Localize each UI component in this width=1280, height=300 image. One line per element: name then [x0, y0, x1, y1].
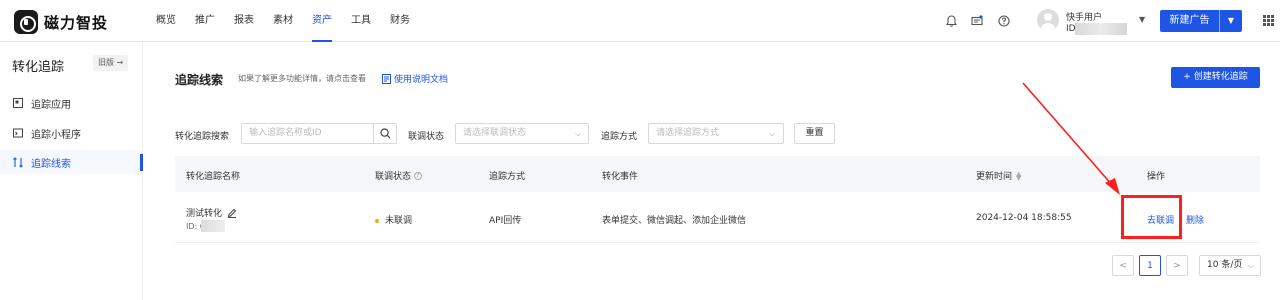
method-cell: API回传: [489, 216, 522, 226]
nav-item-materials[interactable]: 素材: [273, 0, 293, 42]
page-title: 追踪线索: [175, 73, 224, 87]
tracking-name: 测试转化: [186, 209, 223, 219]
sidebar-item-label: 追踪小程序: [31, 129, 81, 141]
nav-item-promotion[interactable]: 推广: [195, 0, 215, 42]
column-header-updated[interactable]: 更新时间 ▲ ▼: [976, 169, 1021, 182]
avatar[interactable]: [1037, 9, 1059, 31]
chevron-down-icon: ⌵: [1247, 261, 1254, 270]
new-ad-dropdown-icon[interactable]: ▼: [1220, 10, 1242, 32]
status-badge: 未联调: [385, 216, 413, 226]
search-label: 转化追踪搜索: [175, 132, 230, 142]
top-navigation-bar: 磁力智投 概览 推广 报表 素材 资产 工具 财务 快手用户 ID: ▼ 新建广…: [0, 0, 1280, 42]
updated-cell: 2024-12-04 18:58:55: [976, 213, 1072, 223]
page-1-button[interactable]: 1: [1139, 255, 1161, 276]
doc-link[interactable]: 使用说明文档: [382, 72, 448, 85]
chevron-down-icon: ⌵: [575, 129, 582, 138]
bell-icon[interactable]: [943, 13, 959, 29]
next-page-button[interactable]: >: [1166, 255, 1188, 276]
page-size-select[interactable]: 10 条/页 ⌵: [1199, 255, 1261, 276]
new-ad-button[interactable]: 新建广告 ▼: [1160, 10, 1242, 32]
nav-item-assets[interactable]: 资产: [312, 0, 332, 42]
message-icon[interactable]: [969, 13, 985, 29]
doc-link-label[interactable]: 使用说明文档: [394, 72, 448, 85]
annotation-arrow-icon: [1022, 82, 1120, 195]
edit-icon[interactable]: [227, 208, 237, 218]
help-icon[interactable]: [996, 13, 1012, 29]
redacted-tracking-id: [201, 220, 225, 232]
events-cell: 表单提交、微信调起、添加企业微信: [602, 216, 747, 226]
apps-grid-icon[interactable]: [1263, 15, 1274, 26]
brand-name: 磁力智投: [44, 14, 109, 32]
nav-item-finance[interactable]: 财务: [390, 0, 410, 42]
create-conversion-tracking-button[interactable]: + 创建转化追踪: [1171, 67, 1260, 88]
nav-item-tools[interactable]: 工具: [351, 0, 371, 42]
redacted-user-id: [1075, 23, 1127, 35]
sidebar-item-label: 追踪应用: [31, 99, 71, 111]
column-header-status: 联调状态?: [375, 169, 423, 182]
page-size-value: 10 条/页: [1207, 260, 1243, 270]
old-version-button[interactable]: 旧版 →: [93, 55, 129, 71]
column-header-method: 追踪方式: [489, 172, 526, 182]
search-input[interactable]: 输入追踪名称或ID: [241, 123, 374, 144]
search-button[interactable]: [373, 123, 397, 144]
reset-button[interactable]: 重置: [794, 123, 835, 144]
nav-item-reports[interactable]: 报表: [234, 0, 254, 42]
method-select[interactable]: 请选择追踪方式: [648, 123, 784, 144]
status-dot: [375, 218, 379, 223]
sidebar-title: 转化追踪: [12, 60, 65, 75]
user-menu-caret-icon[interactable]: ▼: [1139, 15, 1145, 24]
leads-icon: [12, 156, 23, 168]
user-name: 快手用户: [1066, 13, 1103, 23]
delete-link[interactable]: 删除: [1186, 213, 1204, 226]
prev-page-button[interactable]: <: [1112, 255, 1134, 276]
sidebar-item-track-mini-program[interactable]: 追踪小程序: [0, 121, 143, 145]
main-nav: 概览 推广 报表 素材 资产 工具 财务: [156, 0, 429, 42]
new-ad-button-label[interactable]: 新建广告: [1160, 10, 1220, 32]
sidebar-item-track-app[interactable]: 追踪应用: [0, 91, 143, 115]
page-hint: 如果了解更多功能详情，请点击查看: [238, 74, 366, 83]
app-icon: [12, 98, 23, 109]
status-cell: 未联调: [375, 213, 412, 226]
tracking-name-cell: 测试转化: [186, 206, 237, 219]
sidebar-item-track-leads[interactable]: 追踪线索: [0, 150, 143, 174]
column-header-name: 转化追踪名称: [186, 172, 241, 182]
status-select[interactable]: 请选择联调状态: [455, 123, 589, 144]
column-header-actions: 操作: [1147, 172, 1166, 182]
sort-icon[interactable]: ▲ ▼: [1016, 170, 1021, 181]
brand-logo-icon[interactable]: [14, 10, 38, 34]
info-icon[interactable]: ?: [414, 171, 423, 180]
nav-item-overview[interactable]: 概览: [156, 0, 176, 42]
column-header-events: 转化事件: [602, 172, 639, 182]
table-header: [175, 156, 1260, 192]
status-filter-label: 联调状态: [408, 132, 445, 142]
method-filter-label: 追踪方式: [601, 132, 638, 142]
sidebar: 转化追踪 旧版 → 追踪应用 追踪小程序 追踪线索: [0, 43, 143, 300]
search-icon: [379, 128, 390, 139]
chevron-down-icon: ⌵: [769, 129, 776, 138]
document-icon: [382, 73, 391, 84]
sidebar-item-label: 追踪线索: [31, 158, 71, 170]
mini-program-icon: [12, 128, 23, 139]
annotation-highlight-box: [1121, 195, 1182, 239]
